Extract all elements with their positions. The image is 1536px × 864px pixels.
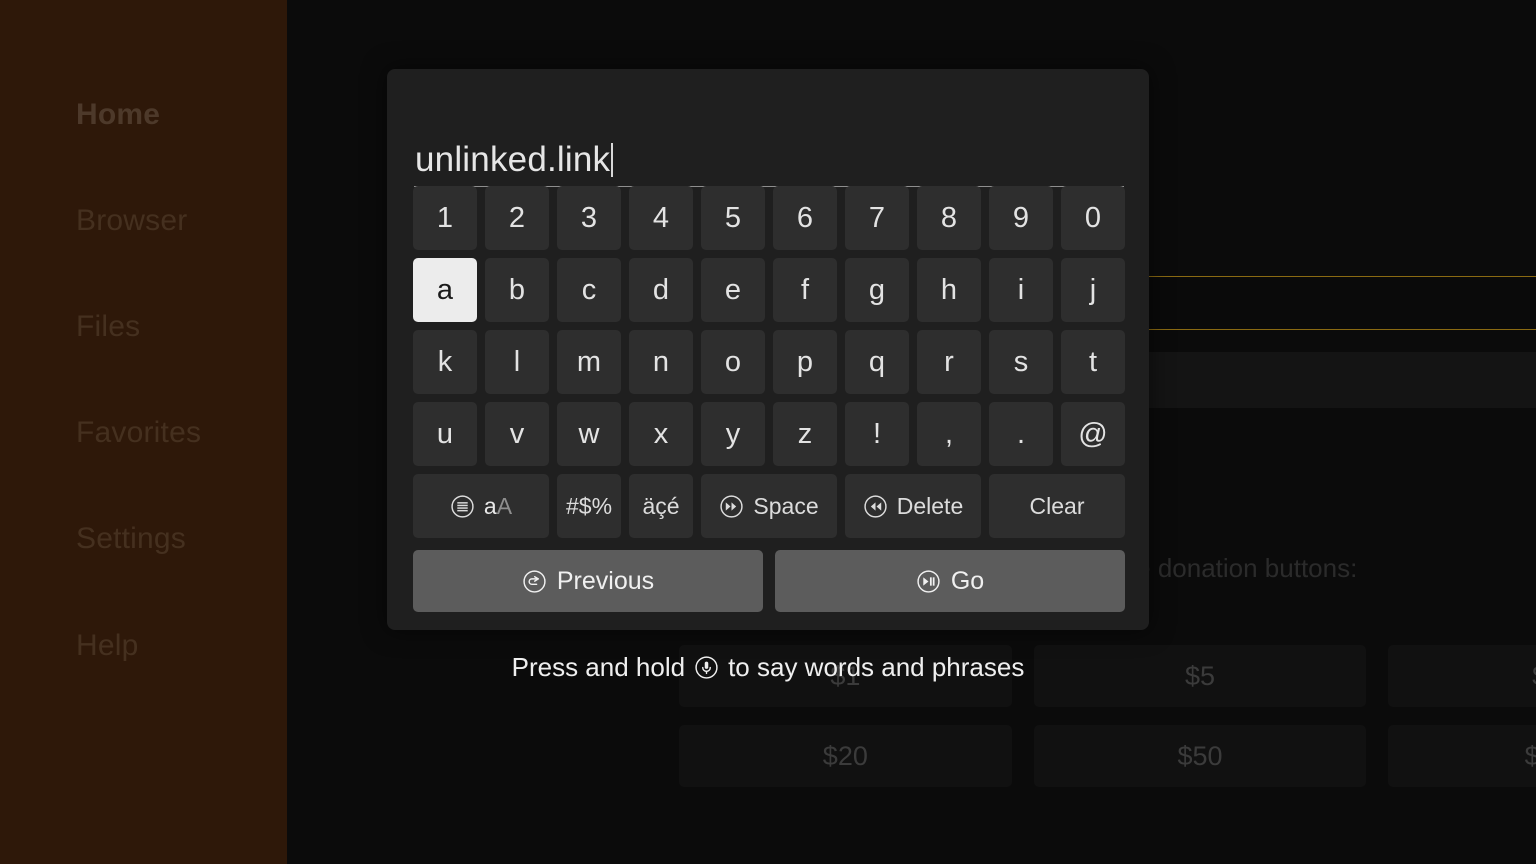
case-toggle-lower: a [483, 492, 497, 519]
microphone-circle-icon [694, 655, 719, 680]
keyboard-row-u-at: u v w x y z ! , . @ [413, 402, 1125, 466]
key-u[interactable]: u [413, 402, 477, 466]
key-space[interactable]: Space [701, 474, 837, 538]
secondary-field[interactable] [1082, 352, 1536, 408]
fast-forward-circle-icon [719, 494, 744, 519]
key-w[interactable]: w [557, 402, 621, 466]
key-r[interactable]: r [917, 330, 981, 394]
key-3[interactable]: 3 [557, 186, 621, 250]
key-p[interactable]: p [773, 330, 837, 394]
key-9[interactable]: 9 [989, 186, 1053, 250]
key-v[interactable]: v [485, 402, 549, 466]
donation-button-50[interactable]: $50 [1033, 725, 1367, 787]
key-y[interactable]: y [701, 402, 765, 466]
key-j[interactable]: j [1061, 258, 1125, 322]
donation-button-20[interactable]: $20 [679, 725, 1012, 787]
donation-row-2: $20 $50 $100 [679, 725, 1536, 787]
rewind-circle-icon [863, 494, 888, 519]
keyboard-action-row: Previous Go [413, 550, 1125, 612]
donation-instruction-line-1: ...ase donation buttons: [1087, 553, 1358, 583]
key-0[interactable]: 0 [1061, 186, 1125, 250]
sidebar-item-favorites[interactable]: Favorites [76, 416, 201, 450]
key-delete[interactable]: Delete [845, 474, 981, 538]
menu-circle-icon [450, 494, 475, 519]
voice-hint-bar: Press and hold to say words and phrases [0, 652, 1536, 683]
onscreen-keyboard-dialog: unlinked.link 1 2 3 4 5 6 7 8 9 0 a b c … [387, 69, 1149, 630]
key-symbols[interactable]: #$% [557, 474, 621, 538]
keyboard-input-value-row: unlinked.link [415, 140, 614, 180]
back-arrow-circle-icon [522, 569, 547, 594]
key-m[interactable]: m [557, 330, 621, 394]
sidebar-item-settings[interactable]: Settings [76, 522, 186, 556]
go-button[interactable]: Go [775, 550, 1125, 612]
keyboard-row-digits: 1 2 3 4 5 6 7 8 9 0 [413, 186, 1125, 250]
key-o[interactable]: o [701, 330, 765, 394]
key-period[interactable]: . [989, 402, 1053, 466]
text-caret [611, 143, 614, 177]
donation-button-100[interactable]: $100 [1388, 725, 1536, 787]
keyboard-row-k-t: k l m n o p q r s t [413, 330, 1125, 394]
donation-instruction-line-2: ) [1087, 586, 1536, 622]
key-8[interactable]: 8 [917, 186, 981, 250]
sidebar: Home Browser Files Favorites Settings He… [0, 0, 287, 864]
key-accents[interactable]: äçé [629, 474, 693, 538]
key-x[interactable]: x [629, 402, 693, 466]
voice-hint-text-after: to say words and phrases [728, 652, 1025, 682]
keyboard-text-input[interactable]: unlinked.link [414, 120, 1124, 187]
key-t[interactable]: t [1061, 330, 1125, 394]
key-case-toggle[interactable]: aA [413, 474, 549, 538]
key-clear[interactable]: Clear [989, 474, 1125, 538]
key-1[interactable]: 1 [413, 186, 477, 250]
key-n[interactable]: n [629, 330, 693, 394]
key-s[interactable]: s [989, 330, 1053, 394]
key-h[interactable]: h [917, 258, 981, 322]
key-5[interactable]: 5 [701, 186, 765, 250]
donation-instruction-text: ...ase donation buttons: ) [1087, 550, 1536, 622]
key-7[interactable]: 7 [845, 186, 909, 250]
key-c[interactable]: c [557, 258, 621, 322]
key-q[interactable]: q [845, 330, 909, 394]
key-6[interactable]: 6 [773, 186, 837, 250]
keyboard-row-a-j: a b c d e f g h i j [413, 258, 1125, 322]
keyboard-function-row: aA #$% äçé Space Delete Clear [413, 474, 1125, 538]
key-f[interactable]: f [773, 258, 837, 322]
go-button-label: Go [950, 566, 985, 595]
previous-button-label: Previous [556, 566, 655, 595]
key-delete-label: Delete [896, 492, 964, 519]
key-z[interactable]: z [773, 402, 837, 466]
key-2[interactable]: 2 [485, 186, 549, 250]
key-d[interactable]: d [629, 258, 693, 322]
url-input-field[interactable] [1082, 276, 1536, 330]
key-l[interactable]: l [485, 330, 549, 394]
sidebar-item-browser[interactable]: Browser [76, 204, 187, 238]
key-k[interactable]: k [413, 330, 477, 394]
keyboard-input-value: unlinked.link [415, 140, 611, 179]
previous-button[interactable]: Previous [413, 550, 763, 612]
sidebar-item-files[interactable]: Files [76, 310, 140, 344]
key-b[interactable]: b [485, 258, 549, 322]
key-e[interactable]: e [701, 258, 765, 322]
play-pause-circle-icon [916, 569, 941, 594]
key-at-sign[interactable]: @ [1061, 402, 1125, 466]
keyboard-rows: 1 2 3 4 5 6 7 8 9 0 a b c d e f g h i j … [413, 186, 1125, 612]
key-g[interactable]: g [845, 258, 909, 322]
key-a[interactable]: a [413, 258, 477, 322]
sidebar-item-home[interactable]: Home [76, 98, 160, 132]
key-i[interactable]: i [989, 258, 1053, 322]
key-space-label: Space [753, 492, 819, 519]
key-comma[interactable]: , [917, 402, 981, 466]
key-4[interactable]: 4 [629, 186, 693, 250]
key-exclamation[interactable]: ! [845, 402, 909, 466]
screen: Home Browser Files Favorites Settings He… [0, 0, 1536, 864]
case-toggle-upper: A [496, 492, 513, 519]
voice-hint-text-before: Press and hold [511, 652, 686, 682]
